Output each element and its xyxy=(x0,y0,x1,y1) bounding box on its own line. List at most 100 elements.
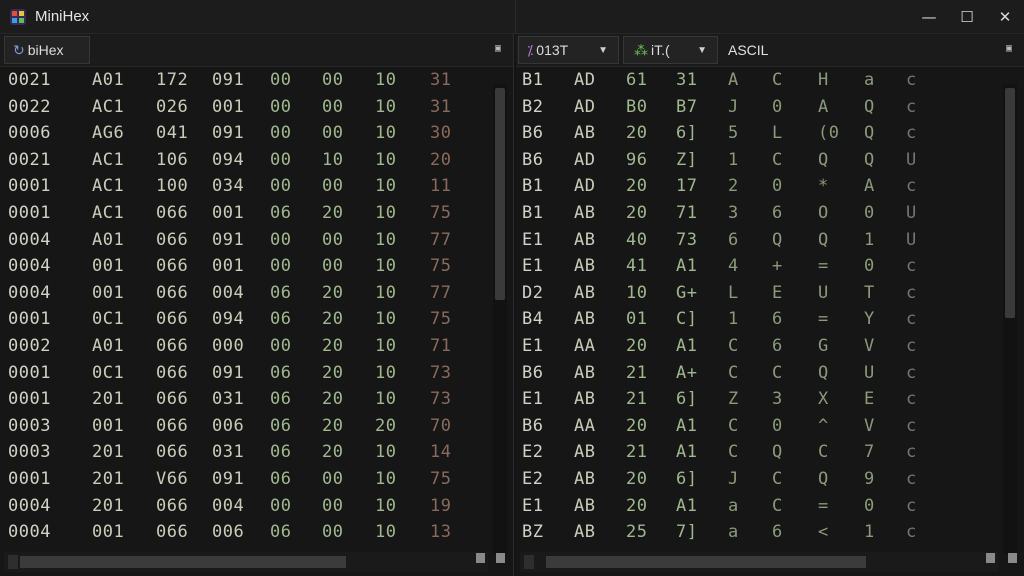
chevron-down-icon[interactable]: ▼ xyxy=(697,45,707,56)
ascii-cell[interactable]: U xyxy=(906,200,917,226)
hex-cell[interactable]: 00 xyxy=(270,94,291,120)
ascii-cell[interactable]: B1 xyxy=(522,67,543,93)
hex-cell[interactable]: 004 xyxy=(212,493,244,519)
ascii-cell[interactable]: C xyxy=(772,493,783,519)
ascii-cell[interactable]: A1 xyxy=(676,333,697,359)
ascii-cell[interactable]: AB xyxy=(574,519,595,545)
ascii-cell[interactable]: G+ xyxy=(676,280,697,306)
ascii-cell[interactable]: 0 xyxy=(864,200,875,226)
hex-cell[interactable]: 091 xyxy=(212,67,244,93)
tab-ascil[interactable]: ASCIL xyxy=(728,36,798,64)
hex-cell[interactable]: 20 xyxy=(375,413,396,439)
hex-cell[interactable]: 041 xyxy=(156,120,188,146)
ascii-cell[interactable]: E1 xyxy=(522,493,543,519)
ascii-cell[interactable]: * xyxy=(818,173,829,199)
ascii-cell[interactable]: B6 xyxy=(522,413,543,439)
hex-cell[interactable]: 00 xyxy=(270,253,291,279)
hex-cell[interactable]: 06 xyxy=(270,439,291,465)
ascii-cell[interactable]: Q xyxy=(772,227,783,253)
hex-cell[interactable]: 00 xyxy=(270,333,291,359)
ascii-cell[interactable]: T xyxy=(864,280,875,306)
hex-cell[interactable]: 77 xyxy=(430,227,451,253)
hex-cell[interactable]: 73 xyxy=(430,360,451,386)
hex-cell[interactable]: 20 xyxy=(322,280,343,306)
left-hscroll-thumb[interactable] xyxy=(20,556,346,568)
hex-cell[interactable]: V66 xyxy=(156,466,188,492)
ascii-cell[interactable]: 1 xyxy=(728,147,739,173)
hex-cell[interactable]: 00 xyxy=(270,227,291,253)
left-vscroll-thumb[interactable] xyxy=(495,88,505,300)
hex-cell[interactable]: 10 xyxy=(375,280,396,306)
ascii-cell[interactable]: = xyxy=(818,253,829,279)
tab-bihex[interactable]: ↻ biHex xyxy=(4,36,90,64)
ascii-cell[interactable]: 9 xyxy=(864,466,875,492)
ascii-cell[interactable]: C xyxy=(728,413,739,439)
ascii-cell[interactable]: E2 xyxy=(522,439,543,465)
hex-cell[interactable]: 00 xyxy=(322,227,343,253)
ascii-cell[interactable]: D2 xyxy=(522,280,543,306)
hex-cell[interactable]: 06 xyxy=(270,413,291,439)
ascii-cell[interactable]: B4 xyxy=(522,306,543,332)
ascii-cell[interactable]: (0 xyxy=(818,120,839,146)
hex-cell[interactable]: A01 xyxy=(92,67,124,93)
hex-cell[interactable]: 10 xyxy=(375,227,396,253)
ascii-cell[interactable]: V xyxy=(864,333,875,359)
hex-cell[interactable]: 091 xyxy=(212,120,244,146)
hex-cell[interactable]: 066 xyxy=(156,253,188,279)
ascii-cell[interactable]: AB xyxy=(574,306,595,332)
hex-cell[interactable]: 10 xyxy=(375,67,396,93)
ascii-cell[interactable]: A1 xyxy=(676,493,697,519)
ascii-cell[interactable]: Q xyxy=(864,147,875,173)
ascii-cell[interactable]: AB xyxy=(574,253,595,279)
ascii-cell[interactable]: Q xyxy=(864,120,875,146)
ascii-cell[interactable]: 96 xyxy=(626,147,647,173)
hex-cell[interactable]: 10 xyxy=(375,466,396,492)
hex-cell[interactable]: 10 xyxy=(375,360,396,386)
ascii-cell[interactable]: 6] xyxy=(676,120,697,146)
hex-cell[interactable]: 066 xyxy=(156,386,188,412)
ascii-cell[interactable]: 3 xyxy=(728,200,739,226)
ascii-cell[interactable]: 6 xyxy=(772,519,783,545)
hex-cell[interactable]: AC1 xyxy=(92,173,124,199)
ascii-cell[interactable]: 20 xyxy=(626,466,647,492)
hex-cell[interactable]: 0006 xyxy=(8,120,51,146)
ascii-cell[interactable]: 10 xyxy=(626,280,647,306)
hex-cell[interactable]: 20 xyxy=(322,413,343,439)
ascii-cell[interactable]: AB xyxy=(574,200,595,226)
ascii-cell[interactable]: B6 xyxy=(522,360,543,386)
hex-cell[interactable]: 31 xyxy=(430,67,451,93)
ascii-cell[interactable]: B6 xyxy=(522,120,543,146)
hex-cell[interactable]: AG6 xyxy=(92,120,124,146)
ascii-cell[interactable]: 20 xyxy=(626,120,647,146)
ascii-cell[interactable]: 1 xyxy=(864,227,875,253)
ascii-cell[interactable]: 0 xyxy=(772,94,783,120)
hex-cell[interactable]: 10 xyxy=(375,386,396,412)
ascii-cell[interactable]: G xyxy=(818,333,829,359)
hex-cell[interactable]: 001 xyxy=(92,519,124,545)
ascii-cell[interactable]: c xyxy=(906,493,917,519)
ascii-cell[interactable]: V xyxy=(864,413,875,439)
ascii-cell[interactable]: C xyxy=(772,67,783,93)
ascii-cell[interactable]: C xyxy=(772,147,783,173)
hex-cell[interactable]: 73 xyxy=(430,386,451,412)
hex-cell[interactable]: 066 xyxy=(156,413,188,439)
ascii-cell[interactable]: + xyxy=(772,253,783,279)
hex-cell[interactable]: 10 xyxy=(375,493,396,519)
hex-cell[interactable]: 000 xyxy=(212,333,244,359)
ascii-cell[interactable]: = xyxy=(818,306,829,332)
hex-cell[interactable]: 10 xyxy=(375,147,396,173)
ascii-cell[interactable]: A xyxy=(864,173,875,199)
ascii-cell[interactable]: AB xyxy=(574,386,595,412)
hex-cell[interactable]: 00 xyxy=(322,493,343,519)
hex-cell[interactable]: 75 xyxy=(430,200,451,226)
hex-cell[interactable]: 001 xyxy=(92,413,124,439)
ascii-cell[interactable]: 20 xyxy=(626,413,647,439)
hex-cell[interactable]: 094 xyxy=(212,306,244,332)
hex-cell[interactable]: 004 xyxy=(212,280,244,306)
ascii-cell[interactable]: 0 xyxy=(772,413,783,439)
ascii-cell[interactable]: A1 xyxy=(676,413,697,439)
hex-cell[interactable]: 10 xyxy=(375,94,396,120)
hex-cell[interactable]: 0003 xyxy=(8,439,51,465)
minimize-button[interactable]: — xyxy=(910,0,948,34)
ascii-cell[interactable]: c xyxy=(906,120,917,146)
